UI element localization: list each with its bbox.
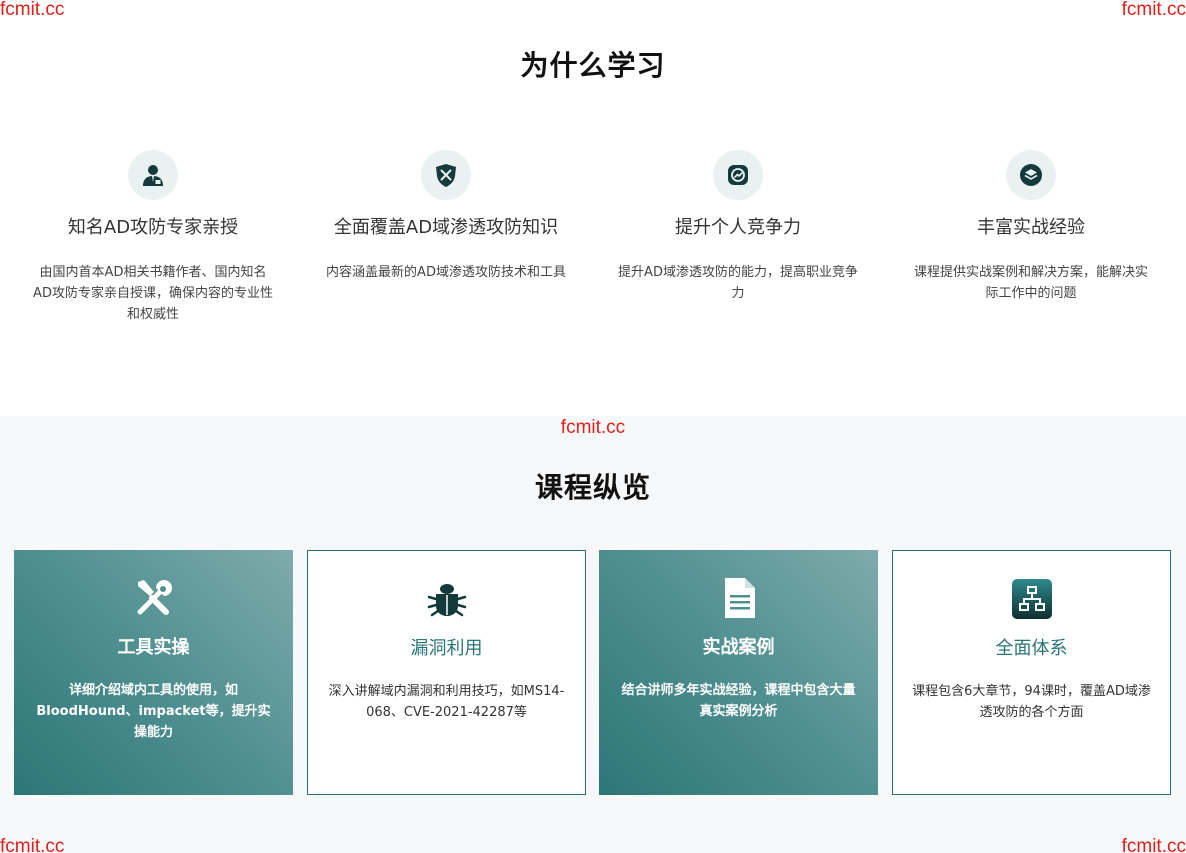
shield-sword-icon	[421, 150, 471, 200]
card-tools: 工具实操 详细介绍域内工具的使用，如BloodHound、impacket等，提…	[14, 550, 293, 795]
feature-expert: 知名AD攻防专家亲授 由国内首本AD相关书籍作者、国内知名AD攻防专家亲自授课，…	[23, 150, 283, 325]
course-overview-section: 课程纵览 工具实操 详细介绍域内工具的使用，如BloodHound、impack…	[0, 416, 1186, 853]
card-title: 实战案例	[702, 637, 775, 658]
watermark-top-right: fcmit.cc	[1121, 0, 1186, 20]
feature-desc: 课程提供实战案例和解决方案，能解决实际工作中的问题	[913, 265, 1148, 301]
feature-title: 知名AD攻防专家亲授	[67, 217, 239, 238]
feature-title: 全面覆盖AD域渗透攻防知识	[333, 217, 559, 238]
watermark-top-left: fcmit.cc	[0, 0, 65, 20]
watermark-middle: fcmit.cc	[560, 417, 626, 438]
document-icon	[717, 576, 761, 620]
card-desc: 深入讲解域内漏洞和利用技巧，如MS14-068、CVE-2021-42287等	[328, 684, 565, 720]
feature-coverage: 全面覆盖AD域渗透攻防知识 内容涵盖最新的AD域渗透攻防技术和工具	[316, 150, 576, 283]
feature-title: 丰富实战经验	[977, 217, 1085, 238]
card-desc: 结合讲师多年实战经验，课程中包含大量真实案例分析	[621, 683, 856, 719]
feature-desc: 由国内首本AD相关书籍作者、国内知名AD攻防专家亲自授课，确保内容的专业性和权威…	[33, 265, 273, 322]
feature-experience: 丰富实战经验 课程提供实战案例和解决方案，能解决实际工作中的问题	[901, 150, 1161, 304]
growth-icon	[713, 150, 763, 200]
watermark-bottom-right: fcmit.cc	[1121, 836, 1186, 853]
why-learn-section: 为什么学习 知名AD攻防专家亲授 由国内首本AD相关书籍作者、国内知名AD攻防专…	[0, 0, 1186, 416]
bug-icon	[425, 577, 469, 621]
card-title: 工具实操	[117, 637, 190, 658]
watermark-bottom-left: fcmit.cc	[0, 836, 65, 853]
tools-icon	[132, 576, 176, 620]
card-vulnerability: 漏洞利用 深入讲解域内漏洞和利用技巧，如MS14-068、CVE-2021-42…	[307, 550, 586, 795]
sitemap-icon	[1010, 577, 1054, 621]
layers-icon	[1006, 150, 1056, 200]
feature-desc: 提升AD域渗透攻防的能力，提高职业竞争力	[618, 265, 858, 301]
feature-desc: 内容涵盖最新的AD域渗透攻防技术和工具	[326, 265, 566, 280]
feature-competitiveness: 提升个人竞争力 提升AD域渗透攻防的能力，提高职业竞争力	[608, 150, 868, 304]
expert-icon	[128, 150, 178, 200]
card-title: 漏洞利用	[410, 638, 483, 659]
card-title: 全面体系	[995, 638, 1068, 659]
card-case-study: 实战案例 结合讲师多年实战经验，课程中包含大量真实案例分析	[599, 550, 878, 795]
feature-title: 提升个人竞争力	[675, 217, 801, 238]
card-system: 全面体系 课程包含6大章节，94课时，覆盖AD域渗透攻防的各个方面	[892, 550, 1171, 795]
card-desc: 课程包含6大章节，94课时，覆盖AD域渗透攻防的各个方面	[912, 684, 1151, 720]
why-learn-title: 为什么学习	[520, 49, 666, 82]
overview-title: 课程纵览	[534, 471, 651, 504]
card-desc: 详细介绍域内工具的使用，如BloodHound、impacket等，提升实操能力	[36, 683, 271, 740]
